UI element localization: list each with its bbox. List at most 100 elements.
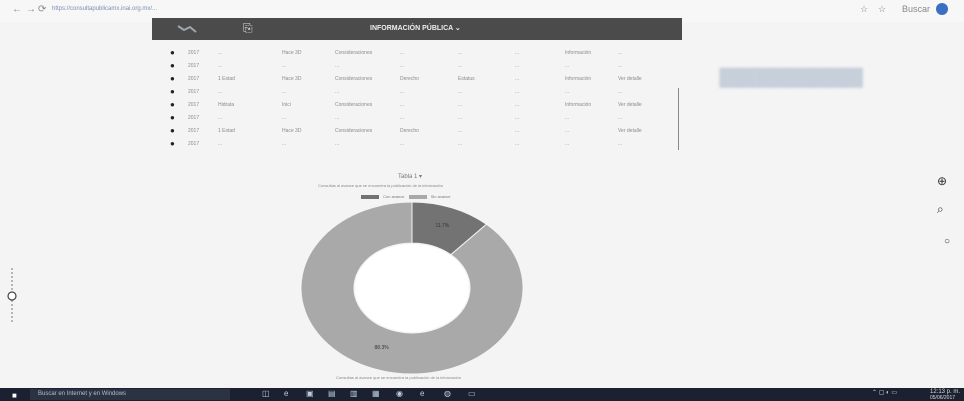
table-row[interactable]: ● 2017........................ <box>170 61 680 71</box>
table-cell: ... <box>335 141 340 147</box>
chart-legend: Con avance Sin avance <box>358 194 451 199</box>
table-cell: ... <box>618 50 623 56</box>
row-expand-icon[interactable]: ● <box>170 87 175 96</box>
table-cell: ... <box>400 89 405 95</box>
table-row[interactable]: ● 2017 Hidrata Inici Consideraciones........… <box>170 100 680 110</box>
table-cell: Inici <box>282 102 291 108</box>
table-cell: Consideraciones <box>335 128 373 134</box>
settings-icon[interactable]: ⊕ <box>937 174 947 188</box>
row-expand-icon[interactable]: ● <box>170 74 175 83</box>
taskview-icon[interactable]: ◫ <box>262 389 270 398</box>
row-expand-icon[interactable]: ● <box>170 100 175 109</box>
table-row[interactable]: ● 2017... Hace 3D Consideraciones......... I… <box>170 48 680 58</box>
table-cell: ... <box>218 141 223 147</box>
table-cell: ... <box>515 102 520 108</box>
legend-label-2: Sin avance <box>430 194 451 199</box>
table-cell: ... <box>282 63 287 69</box>
table-cell: ... <box>515 50 520 56</box>
table-cell: ... <box>218 89 223 95</box>
table-cell: 1 Estad <box>218 128 235 134</box>
row-expand-icon[interactable]: ● <box>170 48 175 57</box>
windows-start-icon[interactable]: ■ <box>12 391 17 400</box>
edge-icon[interactable]: e <box>284 389 288 398</box>
row-expand-icon[interactable]: ● <box>170 139 175 148</box>
table-cell: ... <box>515 115 520 121</box>
table-cell: ... <box>335 115 340 121</box>
export-icon[interactable]: ⎘ <box>243 21 253 36</box>
extension-icon[interactable]: ☆ <box>860 4 868 15</box>
forward-icon[interactable]: → <box>26 4 36 15</box>
chrome-icon[interactable]: ◉ <box>396 389 403 398</box>
table-row[interactable]: ● 2017........................ <box>170 113 680 123</box>
row-expand-icon[interactable]: ● <box>170 113 175 122</box>
table-cell: Hace 3D <box>282 128 302 134</box>
table-cell: ... <box>282 141 287 147</box>
nav-title[interactable]: INFORMACIÓN PÚBLICA ⌄ <box>370 24 461 32</box>
table-cell: ... <box>335 89 340 95</box>
donut-chart: 11.7% 88.3% <box>301 202 523 374</box>
account-label[interactable]: Buscar <box>902 4 930 14</box>
table-cell: Información <box>565 50 592 56</box>
legend-swatch-1 <box>361 194 379 199</box>
reload-icon[interactable]: ⟳ <box>38 4 46 15</box>
table-cell: ... <box>218 115 223 121</box>
table-cell: Hace 3D <box>282 50 302 56</box>
table-cell: Ver detalle <box>618 76 642 82</box>
table-cell: ... <box>400 115 405 121</box>
page-banner: ▆▆▆▆▆▆▆▆ <box>720 62 864 87</box>
donut-hole <box>355 244 469 332</box>
table-cell: 2017 <box>188 63 200 69</box>
ie-icon[interactable]: e <box>420 389 424 398</box>
legend-label-1: Con avance <box>383 194 405 199</box>
table-cell: ... <box>458 63 463 69</box>
table-cell: Estatus <box>458 76 475 82</box>
table-cell: ... <box>515 128 520 134</box>
table-row[interactable]: ● 2017 1 Estad Hace 3D Consideraciones Derech… <box>170 126 680 136</box>
table-cell: ... <box>565 141 570 147</box>
table-cell: ... <box>282 115 287 121</box>
table-cell: 2017 <box>188 141 200 147</box>
mail-icon[interactable]: ▤ <box>328 389 336 398</box>
table-row[interactable]: ● 2017........................ <box>170 139 680 149</box>
active-app-icon[interactable]: ◍ <box>444 389 451 398</box>
table-cell: ... <box>515 63 520 69</box>
table-cell: ... <box>335 63 340 69</box>
table-row[interactable]: ● 2017 1 Estad Hace 3D Consideraciones Derech… <box>170 74 680 84</box>
ring-icon[interactable]: ○ <box>944 236 950 247</box>
table-cell: ... <box>400 50 405 56</box>
back-icon[interactable]: ← <box>12 4 22 15</box>
star-icon[interactable]: ☆ <box>878 4 886 15</box>
chart-subtitle: Consultas al avance que se encuentra la … <box>318 183 443 188</box>
taskbar-search-input[interactable]: Buscar en Internet y en Windows <box>30 389 230 400</box>
table-cell: ... <box>458 50 463 56</box>
table-cell: ... <box>458 89 463 95</box>
table-cell: ... <box>282 89 287 95</box>
table-cell: ... <box>515 89 520 95</box>
table-cell: Ver detalle <box>618 102 642 108</box>
table-cell: Derecho <box>400 76 419 82</box>
office-icon[interactable]: ▦ <box>372 389 380 398</box>
chart-title[interactable]: Tabla 1 ▾ <box>398 173 422 180</box>
taskbar-date: 05/06/2017 <box>930 395 956 401</box>
table-cell: ... <box>565 89 570 95</box>
table-cell: Ver detalle <box>618 128 642 134</box>
search-zoom-icon[interactable]: ⌕ <box>937 202 944 217</box>
store-icon[interactable]: ▣ <box>306 389 314 398</box>
avatar[interactable] <box>936 3 948 15</box>
table-cell: ... <box>218 50 223 56</box>
table-cell: Consideraciones <box>335 102 373 108</box>
address-bar[interactable]: https://consultapublicamx.inai.org.mx/..… <box>52 6 157 12</box>
explorer-icon[interactable]: ▥ <box>350 389 358 398</box>
table-row[interactable]: ● 2017........................ <box>170 87 680 97</box>
photos-icon[interactable]: ▭ <box>468 389 476 398</box>
tray-icons[interactable]: ⌃ ▢ ◐ ▭ <box>872 389 897 396</box>
table-cell: ... <box>565 115 570 121</box>
table-cell: ... <box>515 76 520 82</box>
accessibility-control[interactable] <box>6 268 18 324</box>
table-cell: ... <box>515 141 520 147</box>
table-scrollbar[interactable] <box>678 88 679 150</box>
table-cell: ... <box>565 63 570 69</box>
row-expand-icon[interactable]: ● <box>170 61 175 70</box>
table-cell: ... <box>618 89 623 95</box>
row-expand-icon[interactable]: ● <box>170 126 175 135</box>
